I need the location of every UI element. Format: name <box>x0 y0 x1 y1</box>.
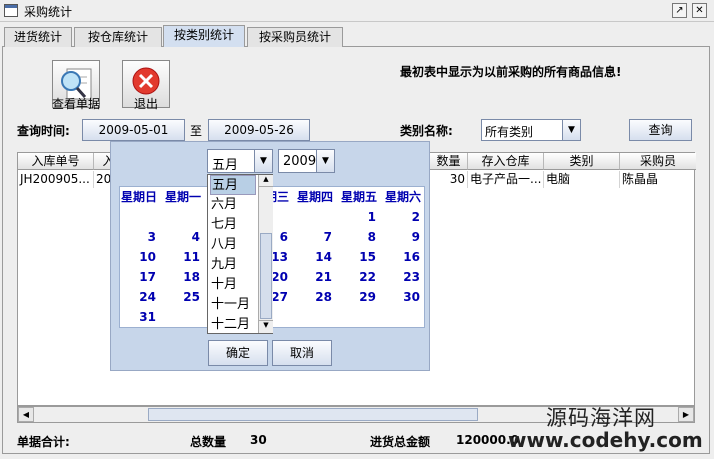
total-quantity-value: 30 <box>250 433 267 447</box>
year-select[interactable]: 2009 ▼ <box>278 149 335 173</box>
month-option[interactable]: 七月 <box>210 215 256 235</box>
weekday-header: 星期五 <box>341 190 378 204</box>
query-time-label: 查询时间: <box>17 124 70 138</box>
table-cell-quantity[interactable]: 30 <box>430 171 468 188</box>
start-date-field[interactable]: 2009-05-01 <box>82 119 185 141</box>
calendar-day[interactable]: 8 <box>348 230 376 244</box>
scroll-thumb[interactable] <box>148 408 478 421</box>
month-option[interactable]: 十月 <box>210 275 256 295</box>
calendar-day[interactable]: 30 <box>392 290 420 304</box>
close-icon[interactable]: ✕ <box>692 3 707 18</box>
month-select[interactable]: 五月 ▼ <box>207 149 273 173</box>
tab-by-category[interactable]: 按类别统计 <box>163 25 245 47</box>
query-button[interactable]: 查询 <box>629 119 692 141</box>
end-date-field[interactable]: 2009-05-26 <box>208 119 310 141</box>
column-header-inbound-no[interactable]: 入库单号 <box>18 153 94 170</box>
summary-label: 单据合计: <box>17 435 70 449</box>
calendar-day[interactable]: 23 <box>392 270 420 284</box>
weekday-header: 星期日 <box>121 190 158 204</box>
month-select-value: 五月 <box>212 158 239 173</box>
calendar-day[interactable]: 4 <box>172 230 200 244</box>
window-icon <box>4 4 18 17</box>
restore-icon[interactable]: ↗ <box>672 3 687 18</box>
weekday-header: 星期一 <box>165 190 202 204</box>
calendar-day[interactable]: 2 <box>392 210 420 224</box>
calendar-day[interactable]: 24 <box>128 290 156 304</box>
month-option[interactable]: 十二月 <box>210 315 256 335</box>
calendar-day[interactable]: 7 <box>304 230 332 244</box>
chevron-down-icon[interactable]: ▼ <box>316 150 334 172</box>
calendar-day[interactable]: 14 <box>304 250 332 264</box>
table-cell-warehouse[interactable]: 电子产品一... <box>468 171 544 188</box>
month-option[interactable]: 五月 <box>210 175 256 195</box>
calendar-day[interactable]: 28 <box>304 290 332 304</box>
category-select-value: 所有类别 <box>485 125 534 139</box>
title-bar <box>0 0 714 22</box>
tab-by-warehouse[interactable]: 按仓库统计 <box>74 27 162 47</box>
calendar-day[interactable]: 17 <box>128 270 156 284</box>
column-header-buyer[interactable]: 采购员 <box>620 153 696 170</box>
calendar-day[interactable]: 29 <box>348 290 376 304</box>
calendar-day[interactable]: 10 <box>128 250 156 264</box>
view-document-label: 查看单据 <box>51 97 100 111</box>
calendar-day[interactable]: 15 <box>348 250 376 264</box>
table-cell-category[interactable]: 电脑 <box>544 171 620 188</box>
month-option[interactable]: 十一月 <box>210 295 256 315</box>
month-option[interactable]: 八月 <box>210 235 256 255</box>
month-option[interactable]: 九月 <box>210 255 256 275</box>
ok-button[interactable]: 确定 <box>208 340 268 366</box>
chevron-down-icon[interactable]: ▼ <box>562 120 580 140</box>
table-cell-buyer[interactable]: 陈晶晶 <box>620 171 696 188</box>
total-quantity-label: 总数量 <box>190 435 227 449</box>
year-select-value: 2009 <box>283 154 317 169</box>
calendar-day[interactable]: 16 <box>392 250 420 264</box>
column-header-category[interactable]: 类别 <box>544 153 620 170</box>
chevron-down-icon[interactable]: ▼ <box>254 150 272 172</box>
calendar-day[interactable]: 11 <box>172 250 200 264</box>
scroll-down-icon[interactable]: ▼ <box>259 320 273 332</box>
scroll-left-icon[interactable]: ◀ <box>18 407 34 422</box>
category-select[interactable]: 所有类别 ▼ <box>481 119 581 141</box>
weekday-header: 星期六 <box>385 190 422 204</box>
table-cell-inbound-no[interactable]: JH200905... <box>18 171 94 188</box>
month-scroll-thumb[interactable] <box>260 233 272 319</box>
calendar-day[interactable]: 1 <box>348 210 376 224</box>
month-list-scrollbar[interactable]: ▲ ▼ <box>258 175 273 333</box>
calendar-day[interactable]: 22 <box>348 270 376 284</box>
column-header-warehouse[interactable]: 存入仓库 <box>468 153 544 170</box>
tab-by-buyer[interactable]: 按采购员统计 <box>247 27 343 47</box>
category-label: 类别名称: <box>400 124 453 138</box>
weekday-header: 星期四 <box>297 190 334 204</box>
notice-text: 最初表中显示为以前采购的所有商品信息! <box>400 65 622 79</box>
calendar-day[interactable]: 21 <box>304 270 332 284</box>
scroll-right-icon[interactable]: ▶ <box>678 407 694 422</box>
month-option[interactable]: 六月 <box>210 195 256 215</box>
scroll-up-icon[interactable]: ▲ <box>259 175 273 187</box>
to-label: 至 <box>190 124 203 138</box>
calendar-day[interactable]: 3 <box>128 230 156 244</box>
calendar-day[interactable]: 9 <box>392 230 420 244</box>
calendar-day[interactable]: 31 <box>128 310 156 324</box>
calendar-day[interactable]: 18 <box>172 270 200 284</box>
watermark-url: www.codehy.com <box>508 428 703 452</box>
window-title: 采购统计 <box>24 5 73 19</box>
total-amount-label: 进货总金额 <box>370 435 431 449</box>
month-dropdown-list: ▲ ▼ 五月 六月 七月 八月 九月 十月 十一月 十二月 <box>207 174 273 334</box>
cancel-button[interactable]: 取消 <box>272 340 332 366</box>
tab-purchase-stats[interactable]: 进货统计 <box>4 27 72 47</box>
calendar-day[interactable]: 25 <box>172 290 200 304</box>
column-header-quantity[interactable]: 数量 <box>430 153 468 170</box>
exit-label: 退出 <box>133 97 158 111</box>
